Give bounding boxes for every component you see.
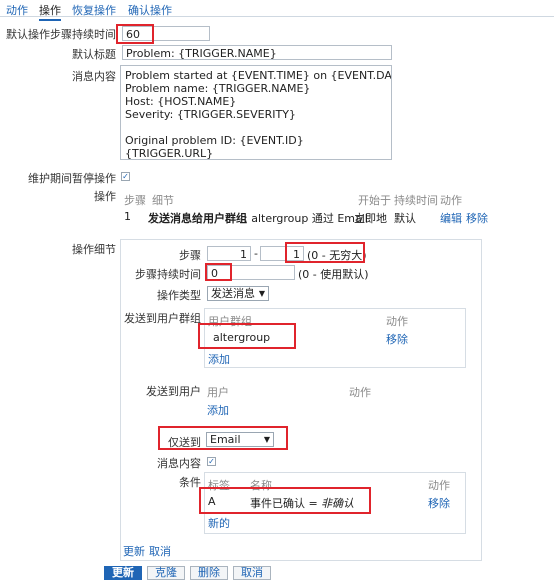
operations-label: 操作 xyxy=(94,190,116,203)
op-details-label: 操作细节 xyxy=(72,243,116,256)
col-user-action: 动作 xyxy=(349,386,371,399)
col-details: 细节 xyxy=(152,194,174,207)
col-condition-action: 动作 xyxy=(428,479,450,492)
highlight-box xyxy=(158,426,288,450)
op-details-panel: 步骤 1 - 1 (0 - 无穷大) 步骤持续时间 0 (0 - 使用默认) 操… xyxy=(120,239,482,561)
add-user-link[interactable]: 添加 xyxy=(207,402,229,418)
row-step: 1 xyxy=(124,210,131,223)
operations-table: 步骤 细节 开始于 持续时间 动作 1 发送消息给用户群组 : altergro… xyxy=(120,187,494,229)
default-subject-label: 默认标题 xyxy=(72,48,116,61)
steps-label: 步骤 xyxy=(179,249,201,262)
col-steps: 步骤 xyxy=(124,194,146,207)
default-subject-input[interactable]: Problem: {TRIGGER.NAME} xyxy=(122,45,392,60)
highlight-box xyxy=(116,24,154,44)
col-user: 用户 xyxy=(207,386,229,399)
conditions-table: 标签 名称 动作 A 事件已确认 = 非确认 移除 新的 xyxy=(199,472,466,534)
default-step-duration-label: 默认操作步骤持续时间 xyxy=(6,28,116,41)
users-table: 用户 动作 添加 xyxy=(204,380,466,420)
edit-link[interactable]: 编辑 xyxy=(440,210,462,226)
chevron-down-icon: ▼ xyxy=(258,289,265,298)
step-duration-label: 步骤持续时间 xyxy=(135,268,201,281)
step-duration-hint: (0 - 使用默认) xyxy=(298,268,369,281)
tab-bar: 动作 操作 恢复操作 确认操作 xyxy=(0,0,554,21)
op-type-select[interactable]: 发送消息 ▼ xyxy=(207,286,269,301)
steps-separator: - xyxy=(254,247,258,260)
pause-maintenance-label: 维护期间暂停操作 xyxy=(28,172,116,185)
tab-operations[interactable]: 操作 xyxy=(39,2,61,21)
tab-ack-operations[interactable]: 确认操作 xyxy=(128,2,172,18)
step-from-input[interactable]: 1 xyxy=(207,246,251,261)
default-message-checkbox[interactable]: ✓ xyxy=(207,457,216,466)
highlight-box xyxy=(198,323,296,349)
col-user-group-action: 动作 xyxy=(386,315,408,328)
add-user-group-link[interactable]: 添加 xyxy=(208,351,230,367)
op-type-label: 操作类型 xyxy=(157,289,201,302)
remove-user-group-link[interactable]: 移除 xyxy=(386,331,408,347)
message-label: 消息内容 xyxy=(72,70,116,83)
highlight-box xyxy=(205,263,232,281)
row-start-in: 立即地 xyxy=(354,212,387,225)
pause-maintenance-checkbox[interactable]: ✓ xyxy=(121,172,130,181)
row-details-type: 发送消息给用户群组 xyxy=(148,212,247,225)
cancel-operation-link[interactable]: 取消 xyxy=(149,543,171,559)
col-duration: 持续时间 xyxy=(394,194,438,207)
op-type-value: 发送消息 xyxy=(211,287,255,300)
tab-recovery-operations[interactable]: 恢复操作 xyxy=(72,2,116,18)
message-textarea[interactable]: Problem started at {EVENT.TIME} on {EVEN… xyxy=(120,65,392,160)
new-condition-link[interactable]: 新的 xyxy=(208,515,230,531)
highlight-box xyxy=(285,242,365,263)
conditions-label: 条件 xyxy=(179,476,201,489)
user-groups-table: 用户群组 动作 altergroup 移除 添加 xyxy=(198,308,466,368)
remove-link[interactable]: 移除 xyxy=(466,210,488,226)
user-groups-label: 发送到用户群组 xyxy=(124,312,201,325)
col-start-in: 开始于 xyxy=(358,194,391,207)
row-duration: 默认 xyxy=(394,212,416,225)
row-details: : altergroup 通过 Email xyxy=(244,212,368,225)
tab-action[interactable]: 动作 xyxy=(6,2,28,18)
highlight-box xyxy=(199,487,371,514)
update-operation-link[interactable]: 更新 xyxy=(123,543,145,559)
users-label: 发送到用户 xyxy=(146,385,201,398)
col-action: 动作 xyxy=(440,194,462,207)
remove-condition-link[interactable]: 移除 xyxy=(428,495,450,511)
default-message-label: 消息内容 xyxy=(157,457,201,470)
